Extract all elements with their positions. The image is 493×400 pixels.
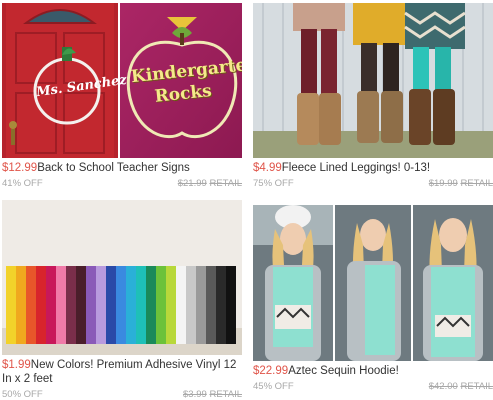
retail-price-label: $19.99 RETAIL <box>429 178 493 189</box>
product-card[interactable]: Ms. Sanchez Kindergarten Rocks $12.99Bac… <box>2 3 242 192</box>
product-title-line[interactable]: $22.99Aztec Sequin Hoodie! <box>253 364 493 378</box>
retail-price: $21.99 <box>177 178 207 189</box>
retail-text: RETAIL <box>209 178 242 189</box>
product-image[interactable] <box>253 3 493 158</box>
product-title[interactable]: Aztec Sequin Hoodie! <box>288 365 399 377</box>
discount-label: 75% OFF <box>253 178 294 189</box>
product-title[interactable]: New Colors! Premium Adhesive Vinyl 12 In… <box>2 359 236 385</box>
discount-label: 45% OFF <box>253 381 294 392</box>
product-title-line[interactable]: $12.99Back to School Teacher Signs <box>2 161 242 175</box>
product-meta: 45% OFF $42.00 RETAIL <box>253 381 493 395</box>
retail-price: $19.99 <box>428 178 458 189</box>
retail-price: $3.99 <box>183 389 207 400</box>
retail-price-label: $3.99 RETAIL <box>183 389 242 400</box>
retail-price: $42.00 <box>428 381 458 392</box>
product-image[interactable] <box>253 205 493 361</box>
discount-label: 50% OFF <box>2 389 43 400</box>
product-meta: 41% OFF $21.99 RETAIL <box>2 178 242 192</box>
retail-price-label: $42.00 RETAIL <box>429 381 493 392</box>
retail-price-label: $21.99 RETAIL <box>178 178 242 189</box>
product-title-line[interactable]: $1.99New Colors! Premium Adhesive Vinyl … <box>2 358 242 386</box>
product-image[interactable]: Ms. Sanchez Kindergarten Rocks <box>2 3 242 158</box>
product-meta: 75% OFF $19.99 RETAIL <box>253 178 493 192</box>
retail-text: RETAIL <box>460 381 493 392</box>
product-price: $12.99 <box>2 162 38 174</box>
product-price: $1.99 <box>2 359 31 371</box>
product-title[interactable]: Back to School Teacher Signs <box>37 162 190 174</box>
product-price: $22.99 <box>253 365 289 377</box>
product-image[interactable] <box>2 200 242 355</box>
discount-label: 41% OFF <box>2 178 43 189</box>
product-title-line[interactable]: $4.99Fleece Lined Leggings! 0-13! <box>253 161 493 175</box>
product-title[interactable]: Fleece Lined Leggings! 0-13! <box>282 162 430 174</box>
product-card[interactable]: $4.99Fleece Lined Leggings! 0-13! 75% OF… <box>253 3 493 192</box>
retail-text: RETAIL <box>460 178 493 189</box>
product-card[interactable]: $1.99New Colors! Premium Adhesive Vinyl … <box>2 200 242 400</box>
product-card[interactable]: $22.99Aztec Sequin Hoodie! 45% OFF $42.0… <box>253 205 493 395</box>
retail-text: RETAIL <box>209 389 242 400</box>
product-meta: 50% OFF $3.99 RETAIL <box>2 389 242 400</box>
product-price: $4.99 <box>253 162 282 174</box>
